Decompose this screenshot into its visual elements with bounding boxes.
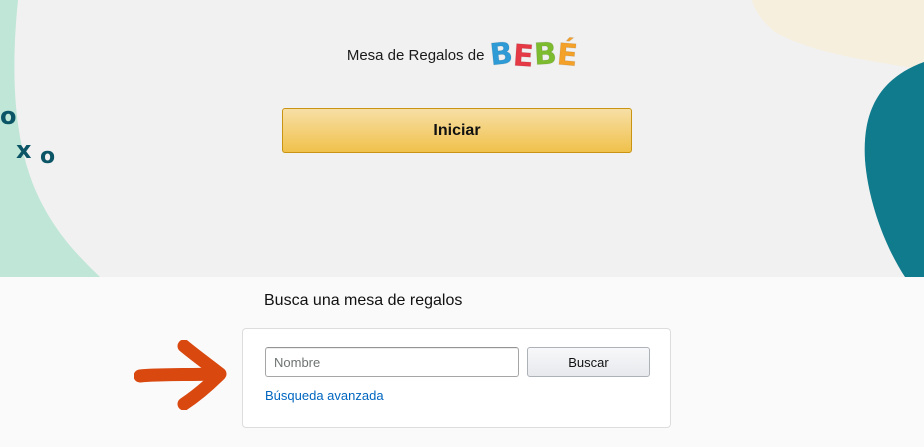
bebe-logo-letter-4: É <box>555 37 579 75</box>
bebe-logo: B E B É <box>488 35 579 75</box>
bebe-logo-letter-2: E <box>512 38 536 75</box>
deco-o-bottom: o <box>40 144 55 169</box>
deco-o-top: o <box>0 102 17 130</box>
bebe-logo-letter-1: B <box>488 35 516 74</box>
arrow-right-icon <box>134 340 227 410</box>
bebe-logo-letter-3: B <box>532 36 558 73</box>
hero-banner: o x o Mesa de Regalos de B E B É Iniciar <box>0 0 924 277</box>
brand-prefix-text: Mesa de Regalos de <box>346 46 485 64</box>
advanced-search-link[interactable]: Búsqueda avanzada <box>265 388 384 403</box>
teal-blob-shape <box>864 62 924 277</box>
brand-heading: Mesa de Regalos de B E B É <box>0 35 924 75</box>
search-button[interactable]: Buscar <box>527 347 650 377</box>
name-search-input[interactable] <box>265 347 519 377</box>
start-button[interactable]: Iniciar <box>282 108 632 153</box>
search-card: Buscar Búsqueda avanzada <box>242 328 671 428</box>
deco-x: x <box>16 136 32 164</box>
search-section-title: Busca una mesa de regalos <box>264 292 463 309</box>
